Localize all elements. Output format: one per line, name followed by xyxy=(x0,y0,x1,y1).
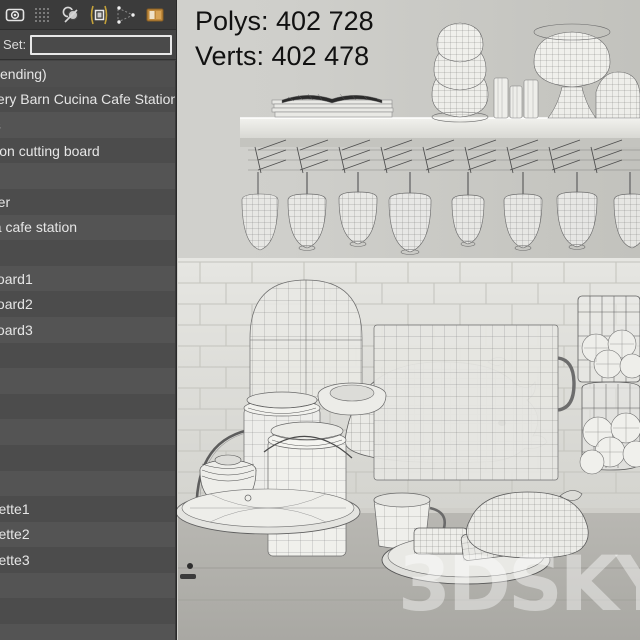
list-scrollbar[interactable] xyxy=(175,61,176,640)
set-input[interactable] xyxy=(30,34,172,55)
list-item-label: Canister xyxy=(0,193,11,210)
list-item[interactable]: cutting board3 xyxy=(0,316,176,343)
list-item[interactable]: Jar1 xyxy=(0,342,176,369)
list-item-label: cutting board2 xyxy=(0,296,33,313)
verts-line: Verts: 402 478 xyxy=(195,41,370,72)
list-item[interactable]: cutting board1 xyxy=(0,265,176,292)
select-region-glyph xyxy=(62,6,79,23)
list-item[interactable]: cutting board2 xyxy=(0,291,176,317)
object-list[interactable]: (Ascending) Pottery Barn Cucina Cafe Stat… xyxy=(0,61,177,640)
select-object-glyph xyxy=(5,8,25,21)
panel-toolbar xyxy=(0,0,176,30)
polys-line: Polys: 402 728 xyxy=(195,6,374,36)
select-by-name-icon[interactable] xyxy=(30,2,56,28)
list-item[interactable]: Bread on cutting board xyxy=(0,137,176,164)
list-item[interactable]: Jar2 xyxy=(0,368,176,394)
list-item-blank[interactable] xyxy=(0,240,176,266)
list-item-label: Pig statuette2 xyxy=(0,526,30,543)
list-item[interactable]: Pig statuette2 xyxy=(0,521,176,548)
named-selection-sets-glyph xyxy=(90,5,108,24)
list-item-label: Pottery Barn Cucina Cafe Station xyxy=(0,91,177,108)
named-selection-sets-icon[interactable] xyxy=(86,2,112,28)
list-item[interactable]: Butter xyxy=(0,163,176,189)
set-label: Set: xyxy=(3,37,27,52)
list-item-label: Cucina cafe station xyxy=(0,219,78,236)
scene-explorer-panel: Set: (Ascending) Pottery Barn Cucina Cafe… xyxy=(0,0,177,640)
material-editor-glyph xyxy=(146,8,164,21)
poly-count-overlay: Polys: 402 728 Verts: 402 478 xyxy=(195,4,374,74)
list-item-label: Pig statuette3 xyxy=(0,552,30,569)
list-item[interactable]: Apples xyxy=(0,112,176,138)
list-item[interactable]: Canister xyxy=(0,188,176,215)
list-item[interactable]: (Ascending) xyxy=(0,61,176,87)
select-by-name-glyph xyxy=(35,7,49,22)
select-region-icon[interactable] xyxy=(58,2,84,28)
named-selection-set-row: Set: xyxy=(0,30,176,60)
list-item[interactable]: Pig statuette1 xyxy=(0,496,176,522)
select-object-icon[interactable] xyxy=(2,2,28,28)
list-item[interactable]: Jar3 xyxy=(0,393,176,420)
mirror-glyph xyxy=(117,5,135,24)
list-item[interactable]: Pig statuette3 xyxy=(0,547,176,573)
list-item[interactable]: Pottery Barn Cucina Cafe Station xyxy=(0,86,177,113)
list-item[interactable]: Oranges xyxy=(0,470,176,497)
list-item-label: cutting board1 xyxy=(0,270,33,287)
mirror-icon[interactable] xyxy=(114,2,140,28)
list-item-blank[interactable] xyxy=(0,419,176,445)
list-item-label: Bread on cutting board xyxy=(0,142,100,159)
app-root: 3DSKY Polys: 402 728 Verts: 402 478 xyxy=(0,0,640,640)
list-item[interactable]: Cucina cafe station xyxy=(0,214,176,241)
material-editor-icon[interactable] xyxy=(142,2,168,28)
list-item-label: (Ascending) xyxy=(0,65,47,82)
list-item-blank[interactable] xyxy=(0,598,176,625)
list-item-label: Pig statuette1 xyxy=(0,500,30,517)
list-item-label: cutting board3 xyxy=(0,321,33,338)
list-item-label: Apples xyxy=(0,117,1,133)
list-item-blank[interactable] xyxy=(0,624,176,640)
list-item[interactable]: Knives xyxy=(0,444,176,471)
list-item-blank[interactable] xyxy=(0,572,176,599)
